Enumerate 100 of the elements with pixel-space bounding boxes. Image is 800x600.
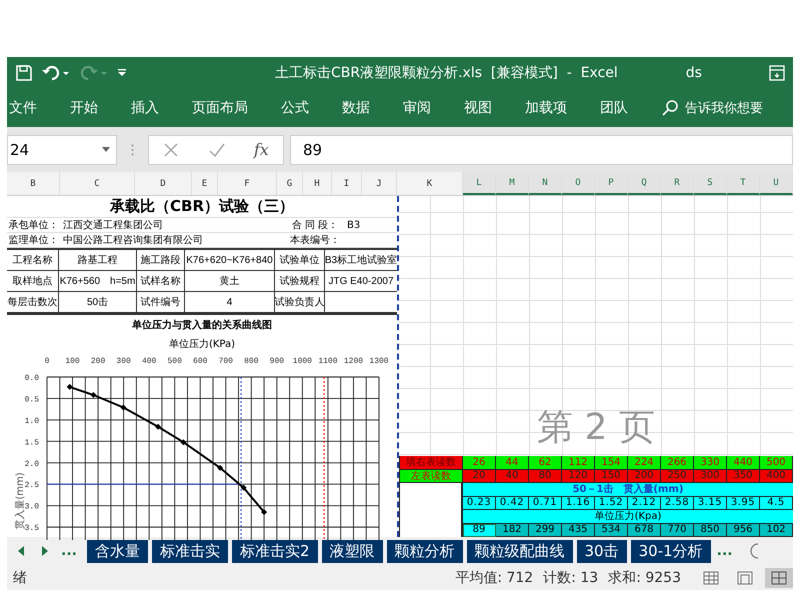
more-sheets-button[interactable]: ... — [61, 543, 77, 559]
table-cell: 2.12 — [628, 496, 661, 510]
table-cell: JTG E40-2007 — [325, 271, 397, 292]
column-header[interactable]: N — [529, 172, 562, 195]
save-icon[interactable] — [15, 64, 33, 82]
page-break-icon[interactable] — [765, 568, 793, 588]
column-header[interactable]: R — [661, 172, 694, 195]
x-tick-label: 600 — [193, 357, 208, 366]
column-header[interactable]: O — [562, 172, 595, 195]
table-cell[interactable]: 534 — [595, 524, 628, 537]
table-cell[interactable]: 678 — [628, 524, 661, 537]
data-point — [66, 384, 73, 390]
ribbon-tab[interactable]: 视图 — [464, 98, 492, 116]
table-cell: 80 — [529, 470, 562, 483]
table-cell: 每层击数次 — [7, 292, 59, 313]
sheet-tab[interactable]: 标准击实 — [152, 540, 228, 562]
column-header[interactable]: H — [303, 172, 332, 195]
column-header[interactable]: J — [362, 172, 397, 195]
undo-icon[interactable] — [41, 64, 71, 82]
table-cell[interactable]: 102 — [760, 524, 793, 537]
table-cell: 112 — [562, 456, 595, 470]
sheet-tab[interactable]: 液塑限 — [322, 540, 383, 562]
table-cell: 3.95 — [727, 496, 760, 510]
dropdown-caret-icon[interactable] — [102, 147, 110, 152]
data-point — [120, 404, 126, 410]
ribbon-tab[interactable]: 团队 — [600, 98, 628, 116]
formula-input[interactable]: 89 — [290, 134, 793, 164]
column-header[interactable]: G — [277, 172, 303, 195]
blank-cell — [399, 524, 463, 537]
search-icon[interactable] — [661, 98, 679, 116]
field-value: B3 — [346, 220, 360, 230]
column-header[interactable]: M — [496, 172, 529, 195]
ribbon-tab[interactable]: 文件 — [9, 98, 37, 116]
column-header[interactable]: D — [135, 172, 192, 195]
table-cell: 250 — [661, 470, 694, 483]
sheet-tab[interactable]: 含水量 — [86, 540, 148, 562]
ribbon-tab[interactable]: 插入 — [131, 98, 159, 116]
sheet-tab[interactable]: 30-1分析 — [630, 540, 711, 562]
ribbon-tab[interactable]: 审阅 — [403, 98, 431, 116]
sheet-tab[interactable]: 颗粒分析 — [386, 540, 463, 562]
x-tick-label: 1000 — [292, 357, 312, 366]
sheet-tab[interactable]: 30击 — [576, 540, 627, 562]
count-value: 计数: 13 — [543, 568, 598, 586]
column-header[interactable]: I — [332, 172, 362, 195]
column-header[interactable]: C — [60, 172, 135, 195]
scroll-right-icon[interactable] — [41, 546, 49, 556]
column-header[interactable]: T — [727, 172, 760, 195]
x-tick-label: 1200 — [344, 357, 364, 366]
scroll-left-icon[interactable] — [17, 546, 25, 556]
check-icon[interactable] — [208, 142, 226, 158]
table-cell: K76+620~K76+840 — [185, 250, 275, 271]
column-header[interactable]: P — [595, 172, 628, 195]
x-axis-label: 单位压力(KPa) — [168, 338, 236, 351]
insert-function-button[interactable]: fx — [254, 140, 269, 159]
table-cell[interactable]: 182 — [496, 524, 529, 537]
table-cell[interactable]: 956 — [727, 524, 760, 537]
grip-icon — [131, 144, 134, 156]
more-sheets-button[interactable]: ... — [716, 543, 733, 559]
table-cell: 154 — [595, 456, 628, 470]
ribbon-tab[interactable]: 开始 — [70, 98, 98, 116]
ribbon-tab[interactable]: 加载项 — [525, 98, 567, 116]
data-point — [180, 439, 186, 446]
table-cell: 路基工程 — [59, 250, 137, 271]
table-cell[interactable]: 850 — [694, 524, 727, 537]
column-header[interactable]: S — [694, 172, 727, 195]
column-header[interactable]: F — [218, 172, 277, 195]
sheet-tab[interactable]: 标准击实2 — [232, 540, 318, 562]
ribbon-display-icon[interactable] — [769, 64, 785, 80]
sheet-tab[interactable]: 颗粒级配曲线 — [466, 540, 573, 562]
name-box[interactable]: 24 — [7, 134, 117, 164]
table-cell: B3标工地试验室 — [325, 250, 397, 271]
row-label: 左表读数 — [399, 470, 463, 483]
section-heading: 单位压力(Kpa) — [463, 510, 793, 524]
column-header[interactable]: L — [463, 172, 496, 195]
x-tick-label: 700 — [218, 357, 233, 366]
x-tick-label: 400 — [142, 357, 156, 366]
customize-caret-icon[interactable] — [117, 68, 127, 78]
field-label: 监理单位： — [8, 234, 60, 247]
table-cell: 50击 — [59, 292, 137, 313]
table-cell[interactable]: 89 — [463, 524, 496, 537]
table-cell: 黄土 — [185, 271, 275, 292]
ribbon-tab[interactable]: 公式 — [281, 98, 309, 116]
column-header[interactable]: Q — [628, 172, 661, 195]
table-cell[interactable]: 299 — [529, 524, 562, 537]
column-header[interactable]: B — [7, 172, 60, 195]
column-header[interactable]: E — [192, 172, 218, 195]
table-cell: 400 — [760, 470, 793, 483]
tell-me-field[interactable]: 告诉我你想要 — [685, 98, 763, 116]
add-sheet-icon[interactable] — [748, 543, 759, 559]
table-cell[interactable]: 770 — [661, 524, 694, 537]
table-cell: 40 — [496, 470, 529, 483]
table-cell: 试验规程 — [275, 271, 325, 292]
window-title: 土工标击CBR液塑限颗粒分析.xls [兼容模式] - Excel — [275, 64, 618, 82]
ribbon-tab[interactable]: 页面布局 — [192, 98, 248, 116]
table-cell[interactable]: 435 — [562, 524, 595, 537]
table-cell: 120 — [562, 470, 595, 483]
column-header[interactable]: U — [760, 172, 793, 195]
x-tick-label: 0 — [44, 357, 50, 366]
table-cell: 26 — [463, 456, 496, 470]
ribbon-tab[interactable]: 数据 — [342, 98, 370, 116]
